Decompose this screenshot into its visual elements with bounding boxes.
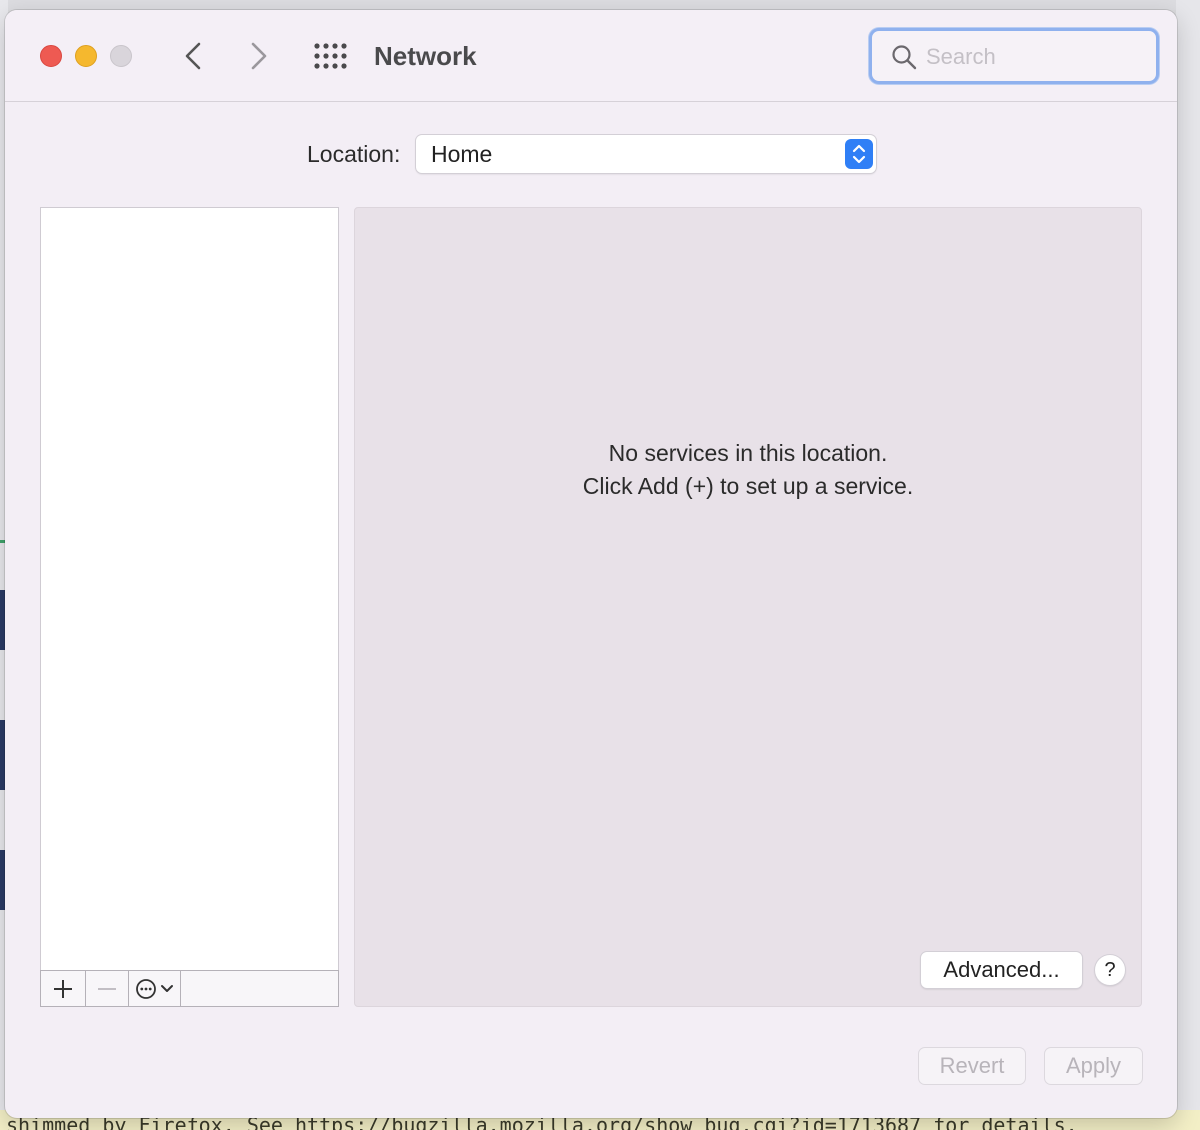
advanced-button[interactable]: Advanced... — [921, 952, 1082, 988]
close-button[interactable] — [40, 45, 62, 67]
action-menu-button[interactable] — [129, 971, 181, 1006]
ellipsis-circle-icon — [136, 978, 156, 999]
service-list-toolbar — [40, 970, 339, 1007]
service-list[interactable] — [40, 207, 339, 1007]
revert-button: Revert — [919, 1048, 1025, 1084]
remove-service-button — [86, 971, 129, 1006]
apply-button: Apply — [1045, 1048, 1142, 1084]
service-detail-pane: No services in this location. Click Add … — [354, 207, 1142, 1007]
minus-icon — [98, 987, 116, 990]
empty-state-line-1: No services in this location. — [608, 440, 888, 466]
network-preferences-window: Network Location: Home — [5, 10, 1177, 1118]
back-button[interactable] — [177, 38, 209, 74]
window-title: Network — [374, 41, 477, 71]
search-field[interactable] — [869, 28, 1159, 84]
chevron-right-icon — [251, 42, 267, 70]
minimize-button[interactable] — [75, 45, 97, 67]
desktop-background-top — [0, 0, 1200, 10]
location-selected-value: Home — [431, 141, 493, 167]
grid-icon — [314, 43, 347, 69]
location-popup[interactable]: Home — [416, 135, 876, 173]
search-icon — [892, 45, 917, 70]
chevron-down-icon — [161, 984, 173, 992]
search-input[interactable] — [926, 41, 1146, 73]
show-all-button[interactable] — [313, 42, 349, 70]
location-label: Location: — [307, 141, 401, 167]
empty-state-line-2: Click Add (+) to set up a service. — [582, 473, 914, 499]
forward-button[interactable] — [243, 38, 275, 74]
desktop-background-right — [1176, 0, 1200, 1130]
help-button[interactable]: ? — [1095, 955, 1125, 985]
empty-state-message: No services in this location. Click Add … — [355, 437, 1141, 503]
zoom-button — [110, 45, 132, 67]
add-service-button[interactable] — [41, 971, 86, 1006]
plus-icon — [54, 979, 72, 998]
chevron-left-icon — [185, 42, 201, 70]
title-bar: Network — [5, 10, 1177, 102]
popup-arrows-icon — [845, 139, 873, 169]
